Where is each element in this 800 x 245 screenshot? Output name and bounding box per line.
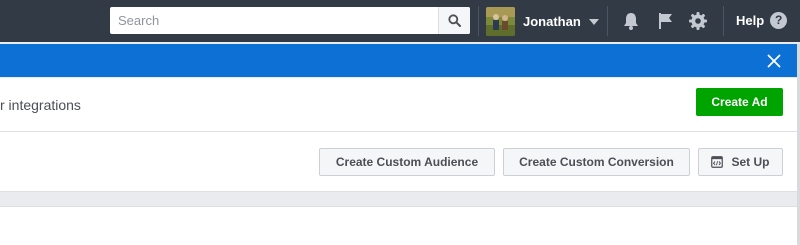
help-icon: ? (770, 11, 788, 29)
divider (723, 6, 724, 36)
help-label: Help (736, 12, 765, 28)
notifications-button[interactable] (618, 8, 644, 34)
search-icon (448, 14, 461, 27)
code-setup-icon (711, 156, 724, 168)
close-icon (767, 54, 781, 68)
create-custom-conversion-button[interactable]: Create Custom Conversion (503, 148, 690, 176)
notice-bar (0, 44, 800, 77)
page-header: r integrations Create Ad (0, 78, 800, 132)
search-box (110, 7, 470, 34)
create-custom-audience-button[interactable]: Create Custom Audience (319, 148, 495, 176)
settings-gear-icon (689, 12, 707, 30)
set-up-label: Set Up (731, 155, 770, 169)
create-ad-button[interactable]: Create Ad (696, 88, 783, 116)
divider (607, 6, 608, 36)
search-input[interactable] (110, 7, 438, 34)
section-gap (0, 192, 800, 206)
search-button[interactable] (438, 7, 470, 34)
top-navigation-bar: Jonathan Help ? (0, 0, 800, 42)
close-button[interactable] (761, 48, 787, 74)
profile-menu[interactable]: Jonathan (486, 6, 599, 36)
chevron-down-icon (588, 19, 599, 25)
divider (478, 6, 479, 36)
page-title: r integrations (0, 97, 81, 113)
settings-button[interactable] (685, 8, 711, 34)
notifications-bell-icon (624, 13, 638, 30)
action-toolbar: Create Custom Audience Create Custom Con… (0, 132, 800, 192)
content-panel (0, 206, 800, 245)
set-up-button[interactable]: Set Up (698, 148, 783, 176)
flag-button[interactable] (653, 8, 679, 34)
avatar (486, 6, 515, 36)
profile-name: Jonathan (523, 13, 581, 29)
flag-icon (659, 13, 672, 29)
help-button[interactable]: Help ? (736, 9, 788, 31)
